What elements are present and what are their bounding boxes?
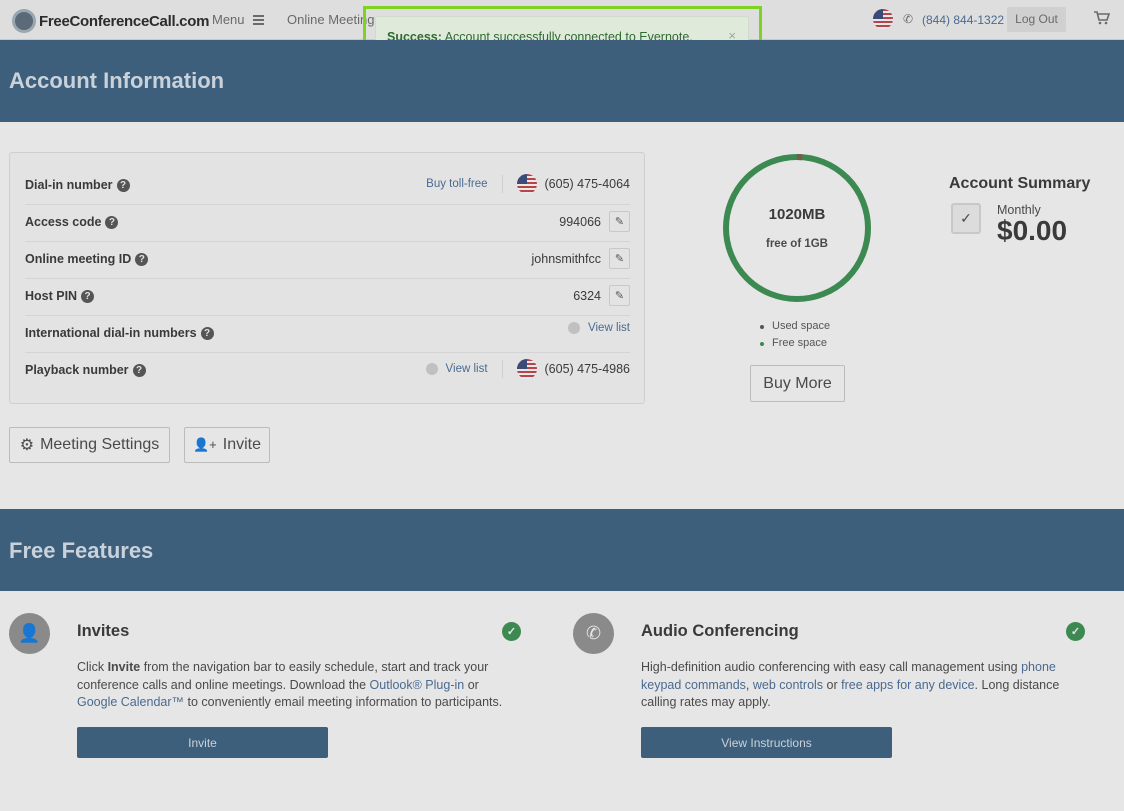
edit-pencil-icon[interactable]: ✎: [609, 248, 630, 269]
playback-row: Playback number? View list (605) 475-498…: [25, 353, 630, 390]
help-icon[interactable]: ?: [200, 326, 214, 340]
hamburger-icon: [252, 13, 264, 27]
storage-total: free of 1GB: [766, 238, 828, 250]
text-bold: Invite: [107, 660, 141, 674]
online-meeting-id-row: Online meeting ID? johnsmithfcc ✎: [25, 242, 630, 279]
us-flag-icon[interactable]: [873, 9, 893, 29]
edit-pencil-icon[interactable]: ✎: [609, 211, 630, 232]
section-title: Free Features: [9, 538, 154, 563]
feature-description: High-definition audio conferencing with …: [641, 659, 1086, 712]
dial-in-row: Dial-in number? Buy toll-free (605) 475-…: [25, 168, 630, 205]
web-controls-link[interactable]: web controls: [753, 678, 823, 692]
help-icon[interactable]: ?: [135, 252, 149, 266]
storage-legend: Used space Free space: [760, 318, 830, 352]
plan-price: $0.00: [997, 215, 1068, 246]
text: ,: [745, 677, 753, 692]
divider: [501, 360, 503, 378]
logo-icon: [12, 9, 36, 33]
playback-number: (605) 475-4986: [544, 362, 630, 376]
text: High-definition audio conferencing with …: [641, 660, 1022, 674]
calendar-check-icon: ✓: [951, 203, 981, 234]
account-details-card: Dial-in number? Buy toll-free (605) 475-…: [9, 152, 645, 404]
check-icon: ✓: [502, 622, 521, 641]
feature-title: Audio Conferencing: [641, 622, 799, 640]
globe-icon: [425, 363, 438, 375]
view-instructions-button[interactable]: View Instructions: [641, 727, 892, 758]
text: to conveniently email meeting informatio…: [184, 695, 503, 709]
online-meeting-link[interactable]: Online Meeting: [287, 12, 374, 27]
help-icon[interactable]: ?: [132, 363, 146, 377]
row-label: Host PIN: [25, 289, 78, 303]
meeting-settings-button[interactable]: ⚙ Meeting Settings: [9, 427, 170, 463]
text: or: [464, 677, 479, 692]
access-code-row: Access code? 994066 ✎: [25, 205, 630, 242]
feature-description: Click Invite from the navigation bar to …: [77, 659, 522, 712]
invite-feature-button[interactable]: Invite: [77, 727, 328, 758]
invite-label: Invite: [222, 436, 262, 453]
check-icon: ✓: [1066, 622, 1085, 641]
support-phone-link[interactable]: (844) 844-1322: [922, 13, 1004, 27]
logo-text: FreeConferenceCall.com: [39, 12, 210, 30]
storage-donut-chart: [723, 154, 871, 302]
free-apps-link[interactable]: free apps for any device: [841, 678, 974, 692]
divider: [501, 175, 503, 193]
logout-button[interactable]: Log Out: [1007, 7, 1066, 32]
row-label: International dial-in numbers: [25, 326, 197, 340]
help-icon[interactable]: ?: [81, 289, 95, 303]
buy-toll-free-link[interactable]: Buy toll-free: [426, 178, 487, 190]
host-pin-row: Host PIN? 6324 ✎: [25, 279, 630, 316]
legend-used: Used space: [772, 320, 831, 332]
feature-title: Invites: [77, 622, 130, 640]
add-user-icon: 👤+: [192, 437, 217, 452]
view-list-link[interactable]: View list: [588, 322, 630, 334]
google-calendar-link[interactable]: Google Calendar™: [77, 695, 184, 709]
text: or: [823, 677, 842, 692]
buy-more-button[interactable]: Buy More: [750, 365, 845, 402]
used-dot: [760, 324, 764, 329]
donut-free-ring: [723, 154, 871, 302]
free-dot: [760, 341, 764, 346]
page-title: Account Information: [9, 68, 225, 93]
us-flag-icon: [516, 359, 537, 379]
storage-used: 1020MB: [768, 206, 826, 223]
account-summary-title: Account Summary: [949, 175, 1091, 192]
gear-icon: ⚙: [19, 437, 35, 454]
menu-label: Menu: [212, 12, 245, 27]
text: Click: [77, 660, 108, 674]
phone-icon: ✆: [903, 12, 914, 26]
outlook-plugin-link[interactable]: Outlook® Plug-in: [370, 678, 465, 692]
international-row: International dial-in numbers? View list: [25, 316, 630, 353]
view-list-link[interactable]: View list: [446, 363, 488, 375]
access-code-value: 994066: [559, 214, 601, 229]
meeting-id-value: johnsmithfcc: [531, 251, 601, 266]
add-user-icon: 👤: [9, 613, 50, 654]
invite-button[interactable]: 👤+ Invite: [184, 427, 270, 463]
meeting-settings-label: Meeting Settings: [40, 436, 160, 453]
row-label: Dial-in number: [25, 178, 113, 192]
menu-button[interactable]: Menu: [212, 12, 264, 27]
host-pin-value: 6324: [573, 288, 601, 303]
row-label: Access code: [25, 215, 102, 229]
row-label: Playback number: [25, 363, 129, 377]
us-flag-icon: [516, 174, 537, 194]
phone-icon: ✆: [573, 613, 614, 654]
help-icon[interactable]: ?: [116, 178, 130, 192]
legend-free: Free space: [772, 337, 828, 349]
cart-icon[interactable]: [1094, 11, 1110, 25]
dial-in-number: (605) 475-4064: [544, 177, 630, 191]
site-logo[interactable]: FreeConferenceCall.com: [12, 9, 209, 33]
help-icon[interactable]: ?: [105, 215, 119, 229]
free-features-header: Free Features: [0, 509, 1124, 591]
row-label: Online meeting ID: [25, 252, 132, 266]
edit-pencil-icon[interactable]: ✎: [609, 285, 630, 306]
globe-icon: [568, 322, 581, 334]
account-info-header: Account Information: [0, 40, 1124, 122]
